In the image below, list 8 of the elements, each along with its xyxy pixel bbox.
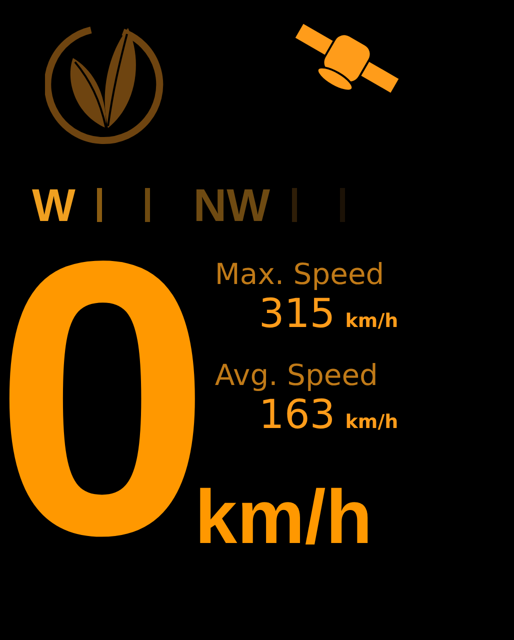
stat-value: 163 [258, 393, 336, 437]
stat-unit: km/h [345, 309, 398, 334]
compass-direction: NW [193, 182, 270, 228]
compass-direction: W [32, 182, 76, 228]
stat-value: 315 [258, 292, 336, 336]
stat-label: Avg. Speed [214, 357, 379, 393]
stat-label: Max. Speed [214, 256, 386, 292]
stat-unit: km/h [345, 410, 398, 435]
